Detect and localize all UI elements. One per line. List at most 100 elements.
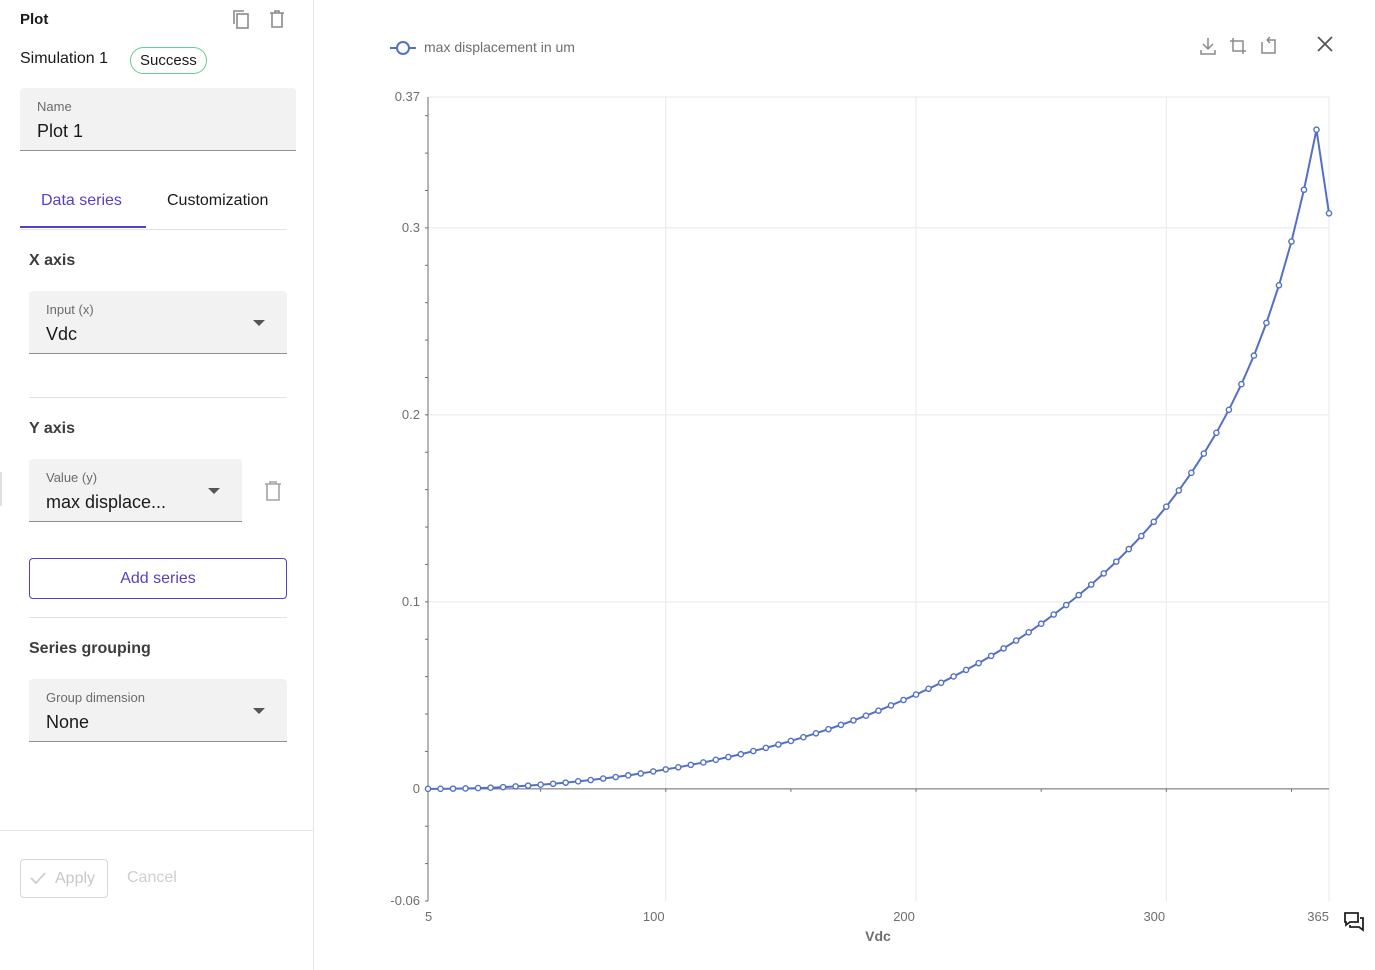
data-point [1100,570,1108,577]
data-point [1250,352,1258,359]
data-point [1025,629,1032,636]
line-chart: -0.06 0 0.1 0.2 0.3 0.37 5 100 200 300 365 Vdc [390,89,1333,944]
y-value-value: max displace... [46,492,167,512]
data-point [875,707,882,714]
status-badge: Success [130,47,207,74]
data-point [637,770,645,777]
x-tick-label: 5 [425,909,432,924]
feedback-icon[interactable] [1343,910,1365,932]
data-point [1238,380,1245,388]
check-icon [30,872,46,884]
data-point [1062,601,1070,609]
data-point [524,782,532,789]
data-point [537,781,544,789]
add-series-button[interactable]: Add series [29,558,287,599]
data-point [1288,238,1295,245]
tab-customization[interactable]: Customization [167,192,268,210]
series-line [428,129,1330,790]
x-tick-label: 300 [1143,909,1165,924]
data-point [787,737,795,745]
data-point [1137,532,1145,540]
data-point [737,750,745,758]
data-point [1075,591,1083,599]
name-field-label: Name [37,99,72,114]
data-point [825,725,832,733]
group-dimension-select[interactable]: Group dimension None [29,679,287,742]
data-point [862,712,870,720]
x-axis-label: Vdc [865,928,891,944]
chevron-down-icon [208,488,220,494]
data-point [462,785,469,792]
y-tick-label: 0.3 [402,220,420,235]
delete-icon[interactable] [267,9,289,31]
section-divider [29,617,287,618]
data-point [662,766,670,773]
data-point [512,783,519,790]
x-input-label: Input (x) [46,302,94,317]
panel-title: Plot [20,11,49,28]
data-point [725,753,732,761]
x-tick-label: 365 [1307,909,1329,924]
data-point [1325,209,1333,217]
data-point [900,696,907,704]
y-value-select[interactable]: Value (y) max displace... [29,459,242,522]
data-point [1275,281,1283,289]
x-input-value: Vdc [46,324,78,344]
tab-data-series[interactable]: Data series [41,192,122,210]
chart-series [424,126,1333,793]
data-point [1150,518,1158,526]
x-axis-title: X axis [29,252,76,269]
series-grouping-title: Series grouping [29,640,151,657]
data-point [962,666,970,674]
data-point [1012,637,1020,644]
data-point [549,780,557,788]
data-point [1213,429,1220,437]
data-point [800,733,807,741]
apply-button[interactable]: Apply [20,859,108,898]
y-tick-label: -0.06 [390,893,420,908]
data-point [1188,469,1195,477]
copy-icon[interactable] [230,8,252,30]
data-point [624,772,632,779]
data-point [837,721,845,729]
y-value-label: Value (y) [46,470,98,485]
cancel-button[interactable]: Cancel [127,869,177,887]
apply-label: Apply [55,870,96,887]
chart-axes: -0.06 0 0.1 0.2 0.3 0.37 5 100 200 300 365 [390,89,1329,924]
data-point [1225,406,1233,414]
y-axis-title: Y axis [29,420,75,437]
y-tick-label: 0.2 [402,407,420,422]
data-point [1087,581,1095,588]
y-tick-label: 0.1 [402,594,420,609]
chart-grid [428,96,1330,901]
data-point [612,773,620,781]
x-tick-label: 200 [893,909,915,924]
data-point [674,764,682,771]
simulation-name: Simulation 1 [20,50,109,67]
chevron-down-icon [253,708,265,714]
data-point [599,775,607,782]
data-point [1037,620,1045,628]
data-point [812,729,820,737]
group-dimension-label: Group dimension [46,690,145,705]
name-field[interactable]: Name Plot 1 [20,88,296,151]
tabs-divider [20,229,287,230]
data-point [762,744,770,752]
data-point [1313,126,1320,134]
name-field-value[interactable]: Plot 1 [37,121,83,142]
y-tick-label: 0 [413,781,420,796]
data-point [574,778,582,785]
data-point [887,702,895,709]
plot-config-panel: Plot Simulation 1 Success Name Plot 1 Da… [0,0,314,970]
chevron-down-icon [253,320,265,326]
footer-divider [0,830,314,831]
section-divider [29,397,287,398]
data-point [1200,450,1208,457]
data-point [1000,645,1007,652]
delete-series-icon[interactable] [263,480,285,502]
active-tab-indicator [20,226,146,228]
data-point [1175,487,1183,494]
x-input-select[interactable]: Input (x) Vdc [29,291,287,354]
data-point [950,673,957,680]
data-point [700,759,707,766]
